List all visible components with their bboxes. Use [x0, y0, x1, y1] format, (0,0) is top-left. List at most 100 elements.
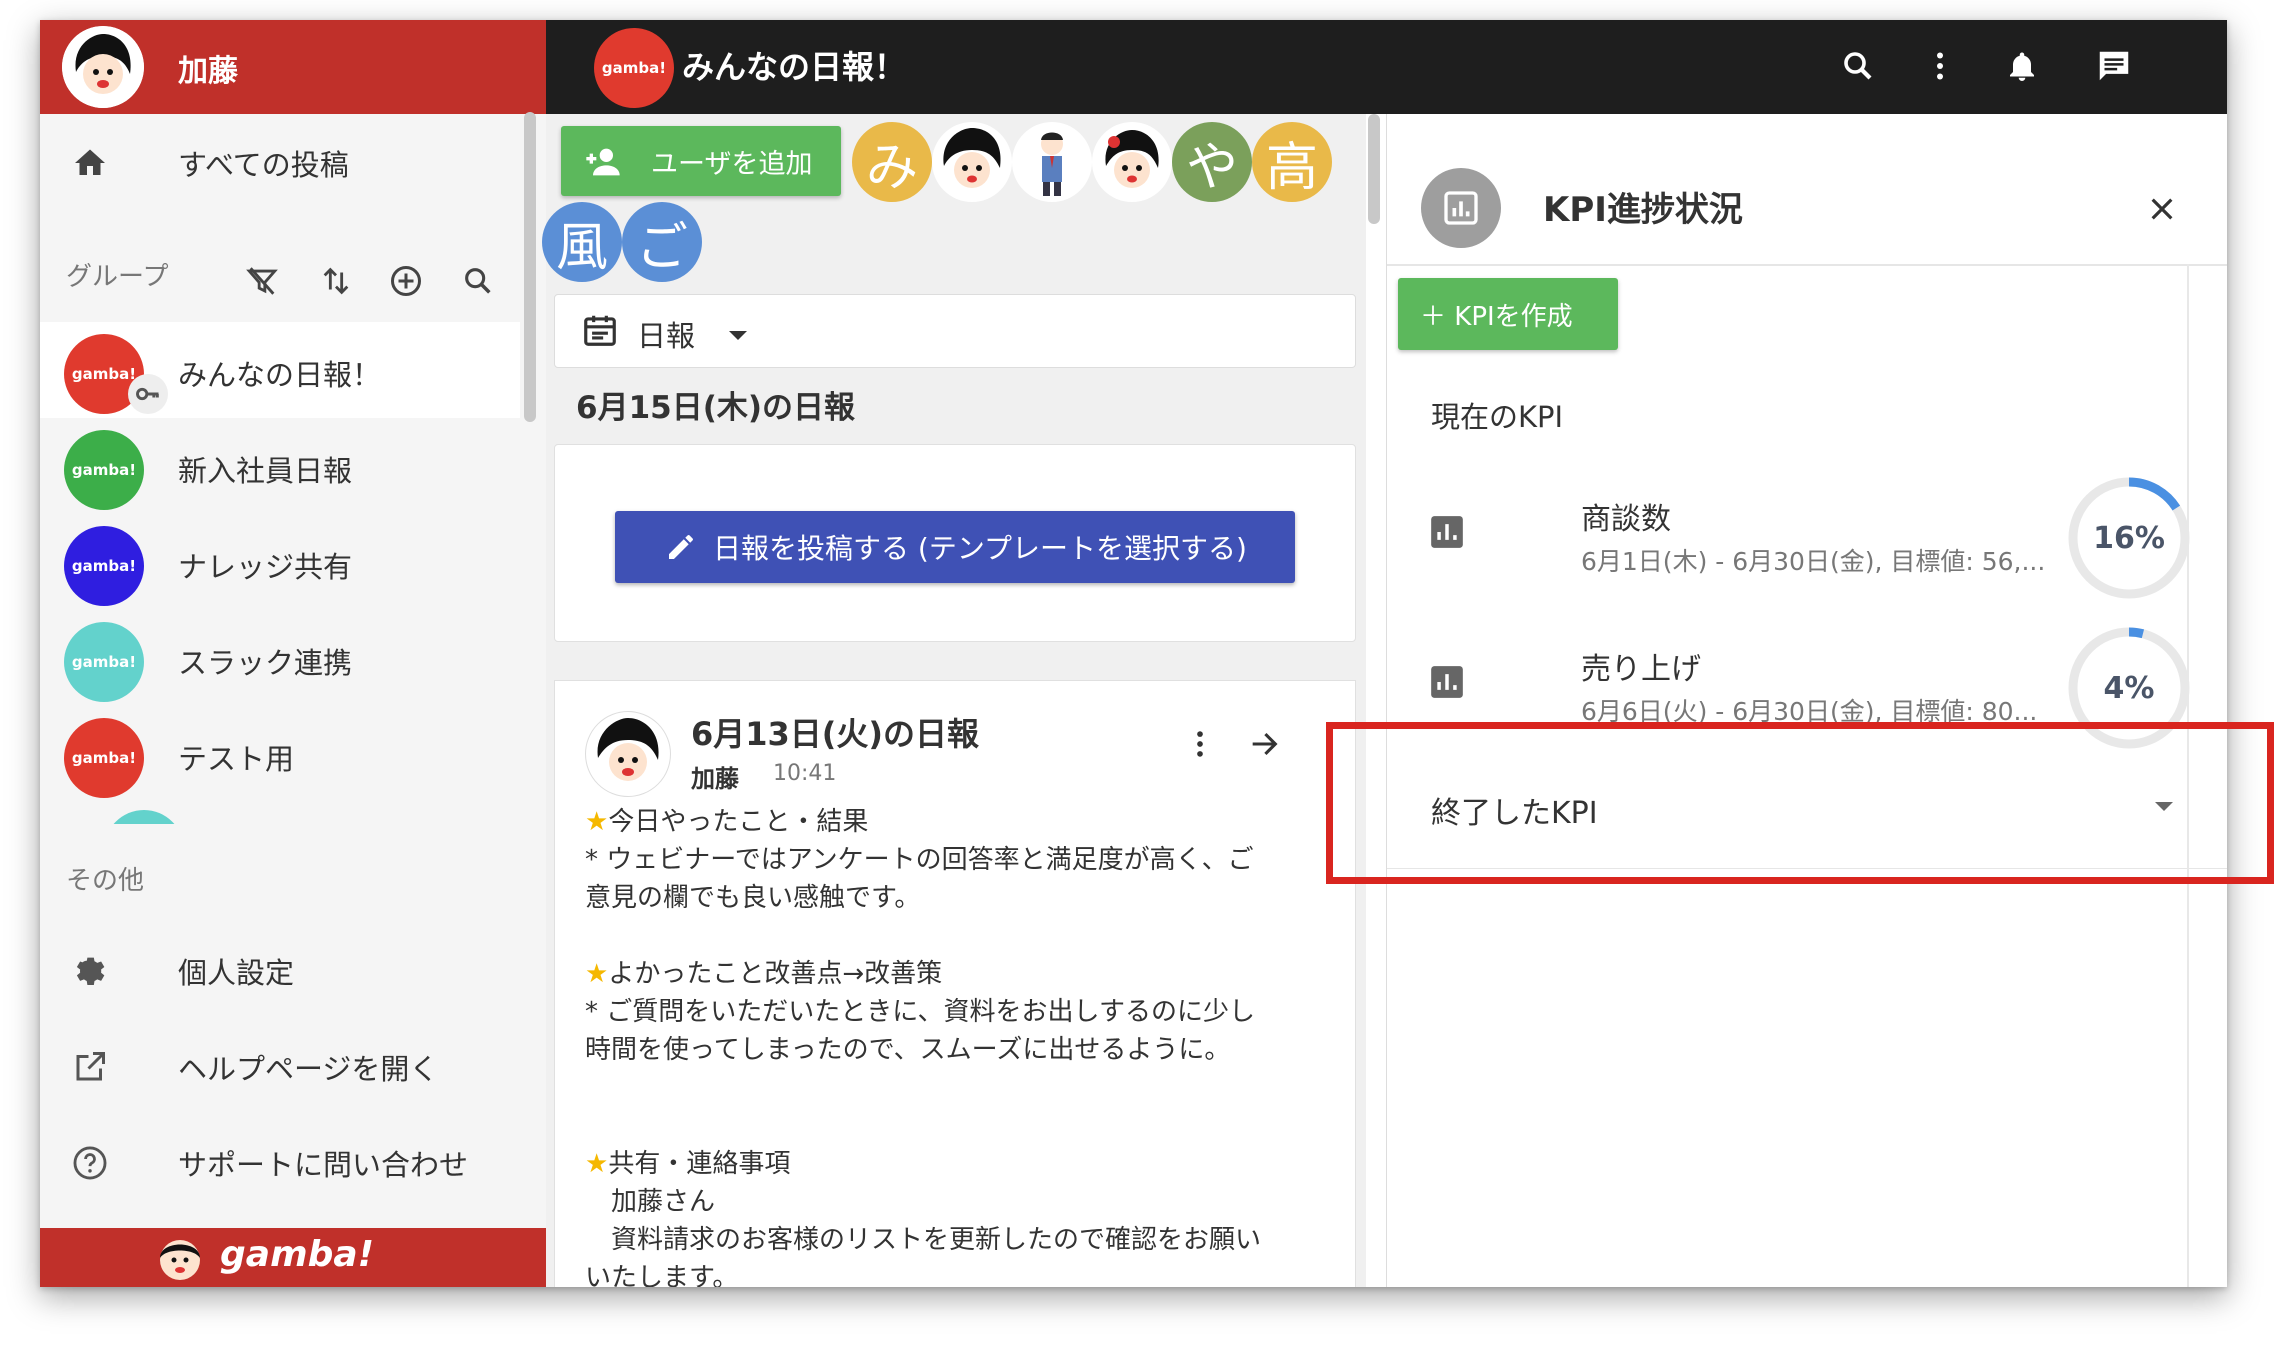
kpi-header: KPI進捗状況: [1387, 114, 2227, 266]
post-report-button[interactable]: 日報を投稿する (テンプレートを選択する): [615, 511, 1295, 583]
kpi-name: 売り上げ: [1581, 652, 1701, 687]
report-line: 加藤さん: [585, 1187, 716, 1217]
create-kpi-label: ＋ KPIを作成: [1420, 301, 1573, 332]
group-logo: gamba!: [64, 622, 144, 702]
add-circle-icon[interactable]: [386, 261, 426, 301]
member-avatar[interactable]: [932, 122, 1012, 202]
kpi-period: 6月1日(木) - 6月30日(金), 目標値: 56,...: [1581, 547, 2046, 576]
pencil-icon: [665, 531, 697, 570]
report-time: 10:41: [773, 761, 837, 786]
search-icon[interactable]: [458, 261, 498, 301]
kpi-panel: KPI進捗状況 ＋ KPIを作成 現在のKPI 商談数 6月1日(木) - 6月…: [1386, 114, 2227, 1287]
create-kpi-button[interactable]: ＋ KPIを作成: [1398, 278, 1618, 350]
kpi-item[interactable]: 商談数 6月1日(木) - 6月30日(金), 目標値: 56,... 16%: [1387, 464, 2227, 599]
report-line: 資料請求のお客様のリストを更新したので確認をお願い: [585, 1225, 1262, 1255]
kpi-percent: 16%: [2093, 520, 2165, 556]
more-vert-icon[interactable]: [1183, 727, 1217, 765]
help-page-label: ヘルプページを開く: [178, 1052, 439, 1086]
filter-off-icon[interactable]: [242, 261, 282, 301]
sidebar-header: 加藤: [40, 20, 546, 114]
mascot-icon: [150, 1232, 206, 1287]
member-avatar[interactable]: [1012, 122, 1092, 202]
bar-chart-icon: [1427, 662, 1467, 702]
group-label: テスト用: [178, 742, 295, 776]
chart-icon: [1421, 168, 1501, 248]
member-avatar[interactable]: 高: [1252, 122, 1332, 202]
home-icon: [68, 141, 112, 185]
group-item[interactable]: gamba! みんなの日報！: [40, 322, 520, 418]
report-line: 意見の欄でも良い感触です。: [585, 883, 921, 913]
contact-support-label: サポートに問い合わせ: [178, 1148, 469, 1182]
report-body: ★今日やったこと・結果 * ウェビナーではアンケートの回答率と満足度が高く、ご …: [585, 803, 1325, 1287]
other-section-label: その他: [66, 866, 145, 896]
top-bar: gamba! みんなの日報！: [546, 20, 2227, 114]
external-link-icon: [68, 1045, 112, 1089]
group-logo: gamba!: [594, 28, 674, 108]
help-circle-icon: [68, 1141, 112, 1185]
report-line: * ご質問をいただいたときに、資料をお出しするのに少し: [585, 997, 1255, 1027]
post-card: 日報を投稿する (テンプレートを選択する): [554, 444, 1356, 642]
search-icon[interactable]: [1836, 44, 1880, 88]
nav-help-page[interactable]: ヘルプページを開く: [40, 1022, 546, 1112]
member-avatar[interactable]: み: [852, 122, 932, 202]
report-line: いたします。: [585, 1263, 739, 1287]
group-logo: gamba!: [64, 526, 144, 606]
user-name[interactable]: 加藤: [178, 46, 238, 90]
report-line: ★よかったこと改善点→改善策: [585, 959, 943, 989]
nav-contact-support[interactable]: サポートに問い合わせ: [40, 1118, 546, 1208]
timeline-scrollbar[interactable]: [1368, 114, 1380, 224]
group-label: みんなの日報！: [178, 358, 382, 392]
bar-chart-icon: [1427, 512, 1467, 552]
key-icon: [128, 374, 168, 414]
report-line: [585, 917, 1325, 955]
sidebar: 加藤 すべての投稿 グループ gamba! みんなの日報！ gamba! 新入社…: [40, 20, 546, 1287]
group-label: スラック連携: [178, 646, 353, 680]
star-icon: ★: [585, 1149, 609, 1179]
date-heading: 6月15日(木)の日報: [576, 390, 856, 426]
nav-personal-settings[interactable]: 個人設定: [40, 926, 546, 1016]
group-item[interactable]: gamba! スラック連携: [40, 610, 520, 706]
chat-icon[interactable]: [2092, 44, 2136, 88]
chevron-down-icon: [729, 331, 747, 340]
user-avatar[interactable]: [62, 26, 144, 108]
report-author[interactable]: 加藤: [691, 759, 739, 794]
member-avatar[interactable]: 風: [542, 202, 622, 282]
calendar-icon: [581, 311, 619, 353]
star-icon: ★: [585, 959, 609, 989]
report-card: 6月13日(火)の日報 加藤 10:41 ★今日やったこと・結果 * ウェビナー…: [554, 680, 1356, 1287]
more-vert-icon[interactable]: [1918, 44, 1962, 88]
author-avatar[interactable]: [585, 711, 671, 797]
sort-icon[interactable]: [316, 261, 356, 301]
group-item[interactable]: gamba! テスト用: [40, 706, 520, 802]
member-avatar[interactable]: や: [1172, 122, 1252, 202]
kpi-name: 商談数: [1581, 502, 1671, 537]
group-item[interactable]: gamba! ナレッジ共有: [40, 514, 520, 610]
brand-logo: gamba!: [220, 1234, 375, 1275]
sidebar-scrollbar[interactable]: [524, 112, 536, 422]
nav-all-posts-label: すべての投稿: [178, 148, 349, 182]
sidebar-footer: gamba!: [40, 1228, 546, 1287]
app-window: 加藤 すべての投稿 グループ gamba! みんなの日報！ gamba! 新入社…: [40, 20, 2227, 1287]
current-kpi-label: 現在のKPI: [1431, 400, 1564, 434]
person-add-icon: [583, 142, 623, 189]
bell-icon[interactable]: [2000, 44, 2044, 88]
group-title: みんなの日報！: [682, 48, 907, 86]
close-icon[interactable]: [2137, 184, 2187, 234]
post-type-filter[interactable]: 日報: [554, 294, 1356, 368]
member-avatar[interactable]: ご: [622, 202, 702, 282]
nav-all-posts[interactable]: すべての投稿: [40, 118, 546, 208]
group-item[interactable]: gamba! 新入社員日報: [40, 418, 520, 514]
report-line: [585, 1107, 1325, 1145]
group-item-partial: [104, 810, 184, 824]
report-title[interactable]: 6月13日(火)の日報: [691, 709, 979, 755]
report-line: * ウェビナーではアンケートの回答率と満足度が高く、ご: [585, 845, 1254, 875]
filter-label: 日報: [637, 319, 696, 353]
report-line: [585, 1069, 1325, 1107]
group-label: 新入社員日報: [178, 454, 353, 488]
arrow-right-icon[interactable]: [1247, 727, 1281, 765]
add-user-button[interactable]: ユーザを追加: [561, 126, 841, 196]
member-avatar[interactable]: [1092, 122, 1172, 202]
kpi-title: KPI進捗状況: [1543, 190, 1743, 230]
personal-settings-label: 個人設定: [178, 956, 295, 990]
group-logo: gamba!: [64, 718, 144, 798]
